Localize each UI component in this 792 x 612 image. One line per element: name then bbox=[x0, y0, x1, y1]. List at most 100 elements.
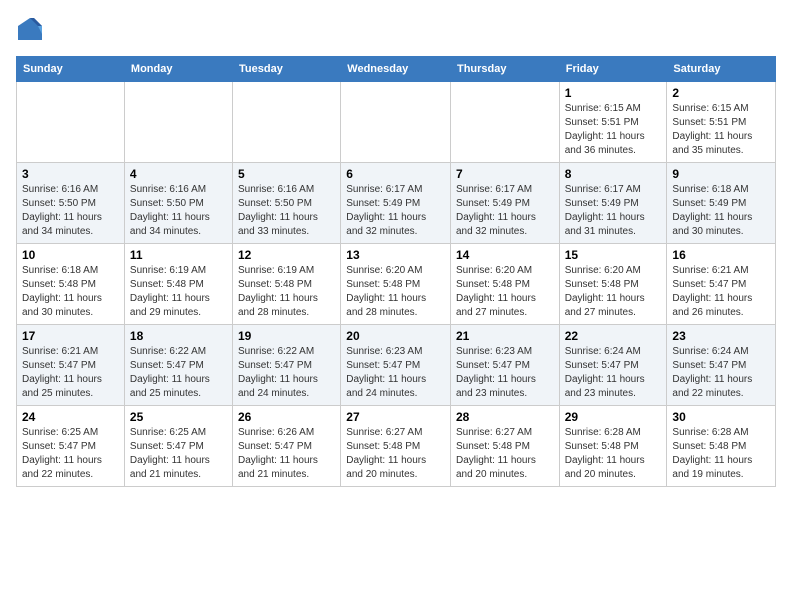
calendar-cell: 20Sunrise: 6:23 AM Sunset: 5:47 PM Dayli… bbox=[341, 325, 451, 406]
calendar-cell: 6 Sunrise: 6:17 AM Sunset: 5:49 PM Daylig… bbox=[341, 163, 451, 244]
day-number: 16 bbox=[672, 248, 770, 262]
calendar-week-5: 24Sunrise: 6:25 AM Sunset: 5:47 PM Dayli… bbox=[17, 406, 776, 487]
day-info: Sunrise: 6:24 AM Sunset: 5:47 PM Dayligh… bbox=[672, 345, 770, 401]
calendar-week-2: 3 Sunrise: 6:16 AM Sunset: 5:50 PM Daylig… bbox=[17, 163, 776, 244]
calendar-cell: 9 Sunrise: 6:18 AM Sunset: 5:49 PM Daylig… bbox=[667, 163, 776, 244]
day-number: 21 bbox=[456, 329, 554, 343]
day-info: Sunrise: 6:26 AM Sunset: 5:47 PM Dayligh… bbox=[238, 426, 335, 482]
calendar-cell: 16 Sunrise: 6:21 AM Sunset: 5:47 PM Dayli… bbox=[667, 244, 776, 325]
calendar-cell: 15 Sunrise: 6:20 AM Sunset: 5:48 PM Dayli… bbox=[559, 244, 667, 325]
calendar-cell: 23 Sunrise: 6:24 AM Sunset: 5:47 PM Dayli… bbox=[667, 325, 776, 406]
page-header bbox=[16, 16, 776, 44]
day-number: 8 bbox=[565, 167, 662, 181]
day-info: Sunrise: 6:21 AM Sunset: 5:47 PM Dayligh… bbox=[672, 264, 770, 320]
day-number: 23 bbox=[672, 329, 770, 343]
calendar-cell bbox=[450, 82, 559, 163]
day-number: 7 bbox=[456, 167, 554, 181]
day-info: Sunrise: 6:21 AM Sunset: 5:47 PM Dayligh… bbox=[22, 345, 119, 401]
calendar-cell: 8 Sunrise: 6:17 AM Sunset: 5:49 PM Daylig… bbox=[559, 163, 667, 244]
day-info: Sunrise: 6:25 AM Sunset: 5:47 PM Dayligh… bbox=[22, 426, 119, 482]
day-number: 28 bbox=[456, 410, 554, 424]
day-number: 2 bbox=[672, 86, 770, 100]
weekday-header-thursday: Thursday bbox=[450, 57, 559, 82]
day-info: Sunrise: 6:22 AM Sunset: 5:47 PM Dayligh… bbox=[238, 345, 335, 401]
calendar-cell: 24Sunrise: 6:25 AM Sunset: 5:47 PM Dayli… bbox=[17, 406, 125, 487]
weekday-header-row: SundayMondayTuesdayWednesdayThursdayFrid… bbox=[17, 57, 776, 82]
day-number: 12 bbox=[238, 248, 335, 262]
logo-icon bbox=[16, 16, 44, 44]
day-number: 9 bbox=[672, 167, 770, 181]
day-info: Sunrise: 6:22 AM Sunset: 5:47 PM Dayligh… bbox=[130, 345, 227, 401]
day-info: Sunrise: 6:17 AM Sunset: 5:49 PM Dayligh… bbox=[565, 183, 662, 239]
day-info: Sunrise: 6:16 AM Sunset: 5:50 PM Dayligh… bbox=[130, 183, 227, 239]
weekday-header-tuesday: Tuesday bbox=[233, 57, 341, 82]
day-number: 30 bbox=[672, 410, 770, 424]
weekday-header-wednesday: Wednesday bbox=[341, 57, 451, 82]
day-info: Sunrise: 6:20 AM Sunset: 5:48 PM Dayligh… bbox=[565, 264, 662, 320]
calendar-cell bbox=[17, 82, 125, 163]
day-info: Sunrise: 6:25 AM Sunset: 5:47 PM Dayligh… bbox=[130, 426, 227, 482]
calendar-cell: 21 Sunrise: 6:23 AM Sunset: 5:47 PM Dayli… bbox=[450, 325, 559, 406]
calendar-cell: 17Sunrise: 6:21 AM Sunset: 5:47 PM Dayli… bbox=[17, 325, 125, 406]
day-info: Sunrise: 6:19 AM Sunset: 5:48 PM Dayligh… bbox=[238, 264, 335, 320]
day-number: 4 bbox=[130, 167, 227, 181]
logo bbox=[16, 16, 48, 44]
weekday-header-friday: Friday bbox=[559, 57, 667, 82]
calendar-cell: 30Sunrise: 6:28 AM Sunset: 5:48 PM Dayli… bbox=[667, 406, 776, 487]
day-number: 5 bbox=[238, 167, 335, 181]
day-number: 6 bbox=[346, 167, 445, 181]
calendar-cell: 7Sunrise: 6:17 AM Sunset: 5:49 PM Daylig… bbox=[450, 163, 559, 244]
day-number: 3 bbox=[22, 167, 119, 181]
day-info: Sunrise: 6:23 AM Sunset: 5:47 PM Dayligh… bbox=[456, 345, 554, 401]
day-info: Sunrise: 6:20 AM Sunset: 5:48 PM Dayligh… bbox=[456, 264, 554, 320]
calendar-cell: 18 Sunrise: 6:22 AM Sunset: 5:47 PM Dayli… bbox=[124, 325, 232, 406]
calendar-cell bbox=[124, 82, 232, 163]
day-number: 29 bbox=[565, 410, 662, 424]
calendar-cell: 5 Sunrise: 6:16 AM Sunset: 5:50 PM Daylig… bbox=[233, 163, 341, 244]
calendar-week-4: 17Sunrise: 6:21 AM Sunset: 5:47 PM Dayli… bbox=[17, 325, 776, 406]
calendar-week-3: 10 Sunrise: 6:18 AM Sunset: 5:48 PM Dayli… bbox=[17, 244, 776, 325]
day-info: Sunrise: 6:18 AM Sunset: 5:48 PM Dayligh… bbox=[22, 264, 119, 320]
calendar-cell: 14 Sunrise: 6:20 AM Sunset: 5:48 PM Dayli… bbox=[450, 244, 559, 325]
day-info: Sunrise: 6:20 AM Sunset: 5:48 PM Dayligh… bbox=[346, 264, 445, 320]
day-number: 13 bbox=[346, 248, 445, 262]
calendar-body: 1 Sunrise: 6:15 AM Sunset: 5:51 PM Daylig… bbox=[17, 82, 776, 487]
day-info: Sunrise: 6:16 AM Sunset: 5:50 PM Dayligh… bbox=[238, 183, 335, 239]
calendar-cell: 29 Sunrise: 6:28 AM Sunset: 5:48 PM Dayli… bbox=[559, 406, 667, 487]
day-info: Sunrise: 6:15 AM Sunset: 5:51 PM Dayligh… bbox=[565, 102, 662, 158]
day-number: 19 bbox=[238, 329, 335, 343]
day-info: Sunrise: 6:27 AM Sunset: 5:48 PM Dayligh… bbox=[456, 426, 554, 482]
day-info: Sunrise: 6:19 AM Sunset: 5:48 PM Dayligh… bbox=[130, 264, 227, 320]
day-number: 18 bbox=[130, 329, 227, 343]
calendar-cell: 22 Sunrise: 6:24 AM Sunset: 5:47 PM Dayli… bbox=[559, 325, 667, 406]
day-info: Sunrise: 6:16 AM Sunset: 5:50 PM Dayligh… bbox=[22, 183, 119, 239]
day-number: 27 bbox=[346, 410, 445, 424]
calendar-cell: 10 Sunrise: 6:18 AM Sunset: 5:48 PM Dayli… bbox=[17, 244, 125, 325]
day-number: 22 bbox=[565, 329, 662, 343]
calendar-cell: 12 Sunrise: 6:19 AM Sunset: 5:48 PM Dayli… bbox=[233, 244, 341, 325]
calendar-cell: 26 Sunrise: 6:26 AM Sunset: 5:47 PM Dayli… bbox=[233, 406, 341, 487]
day-info: Sunrise: 6:27 AM Sunset: 5:48 PM Dayligh… bbox=[346, 426, 445, 482]
day-info: Sunrise: 6:18 AM Sunset: 5:49 PM Dayligh… bbox=[672, 183, 770, 239]
day-number: 10 bbox=[22, 248, 119, 262]
day-info: Sunrise: 6:24 AM Sunset: 5:47 PM Dayligh… bbox=[565, 345, 662, 401]
calendar-cell bbox=[341, 82, 451, 163]
weekday-header-sunday: Sunday bbox=[17, 57, 125, 82]
calendar-cell: 1 Sunrise: 6:15 AM Sunset: 5:51 PM Daylig… bbox=[559, 82, 667, 163]
day-info: Sunrise: 6:28 AM Sunset: 5:48 PM Dayligh… bbox=[565, 426, 662, 482]
day-number: 25 bbox=[130, 410, 227, 424]
day-info: Sunrise: 6:15 AM Sunset: 5:51 PM Dayligh… bbox=[672, 102, 770, 158]
calendar-cell: 25 Sunrise: 6:25 AM Sunset: 5:47 PM Dayli… bbox=[124, 406, 232, 487]
calendar-cell: 3 Sunrise: 6:16 AM Sunset: 5:50 PM Daylig… bbox=[17, 163, 125, 244]
calendar-cell: 4 Sunrise: 6:16 AM Sunset: 5:50 PM Daylig… bbox=[124, 163, 232, 244]
calendar-cell: 27 Sunrise: 6:27 AM Sunset: 5:48 PM Dayli… bbox=[341, 406, 451, 487]
weekday-header-monday: Monday bbox=[124, 57, 232, 82]
day-info: Sunrise: 6:17 AM Sunset: 5:49 PM Dayligh… bbox=[346, 183, 445, 239]
calendar-cell bbox=[233, 82, 341, 163]
day-number: 26 bbox=[238, 410, 335, 424]
day-number: 1 bbox=[565, 86, 662, 100]
calendar-cell: 13 Sunrise: 6:20 AM Sunset: 5:48 PM Dayli… bbox=[341, 244, 451, 325]
calendar-week-1: 1 Sunrise: 6:15 AM Sunset: 5:51 PM Daylig… bbox=[17, 82, 776, 163]
day-number: 14 bbox=[456, 248, 554, 262]
day-number: 15 bbox=[565, 248, 662, 262]
